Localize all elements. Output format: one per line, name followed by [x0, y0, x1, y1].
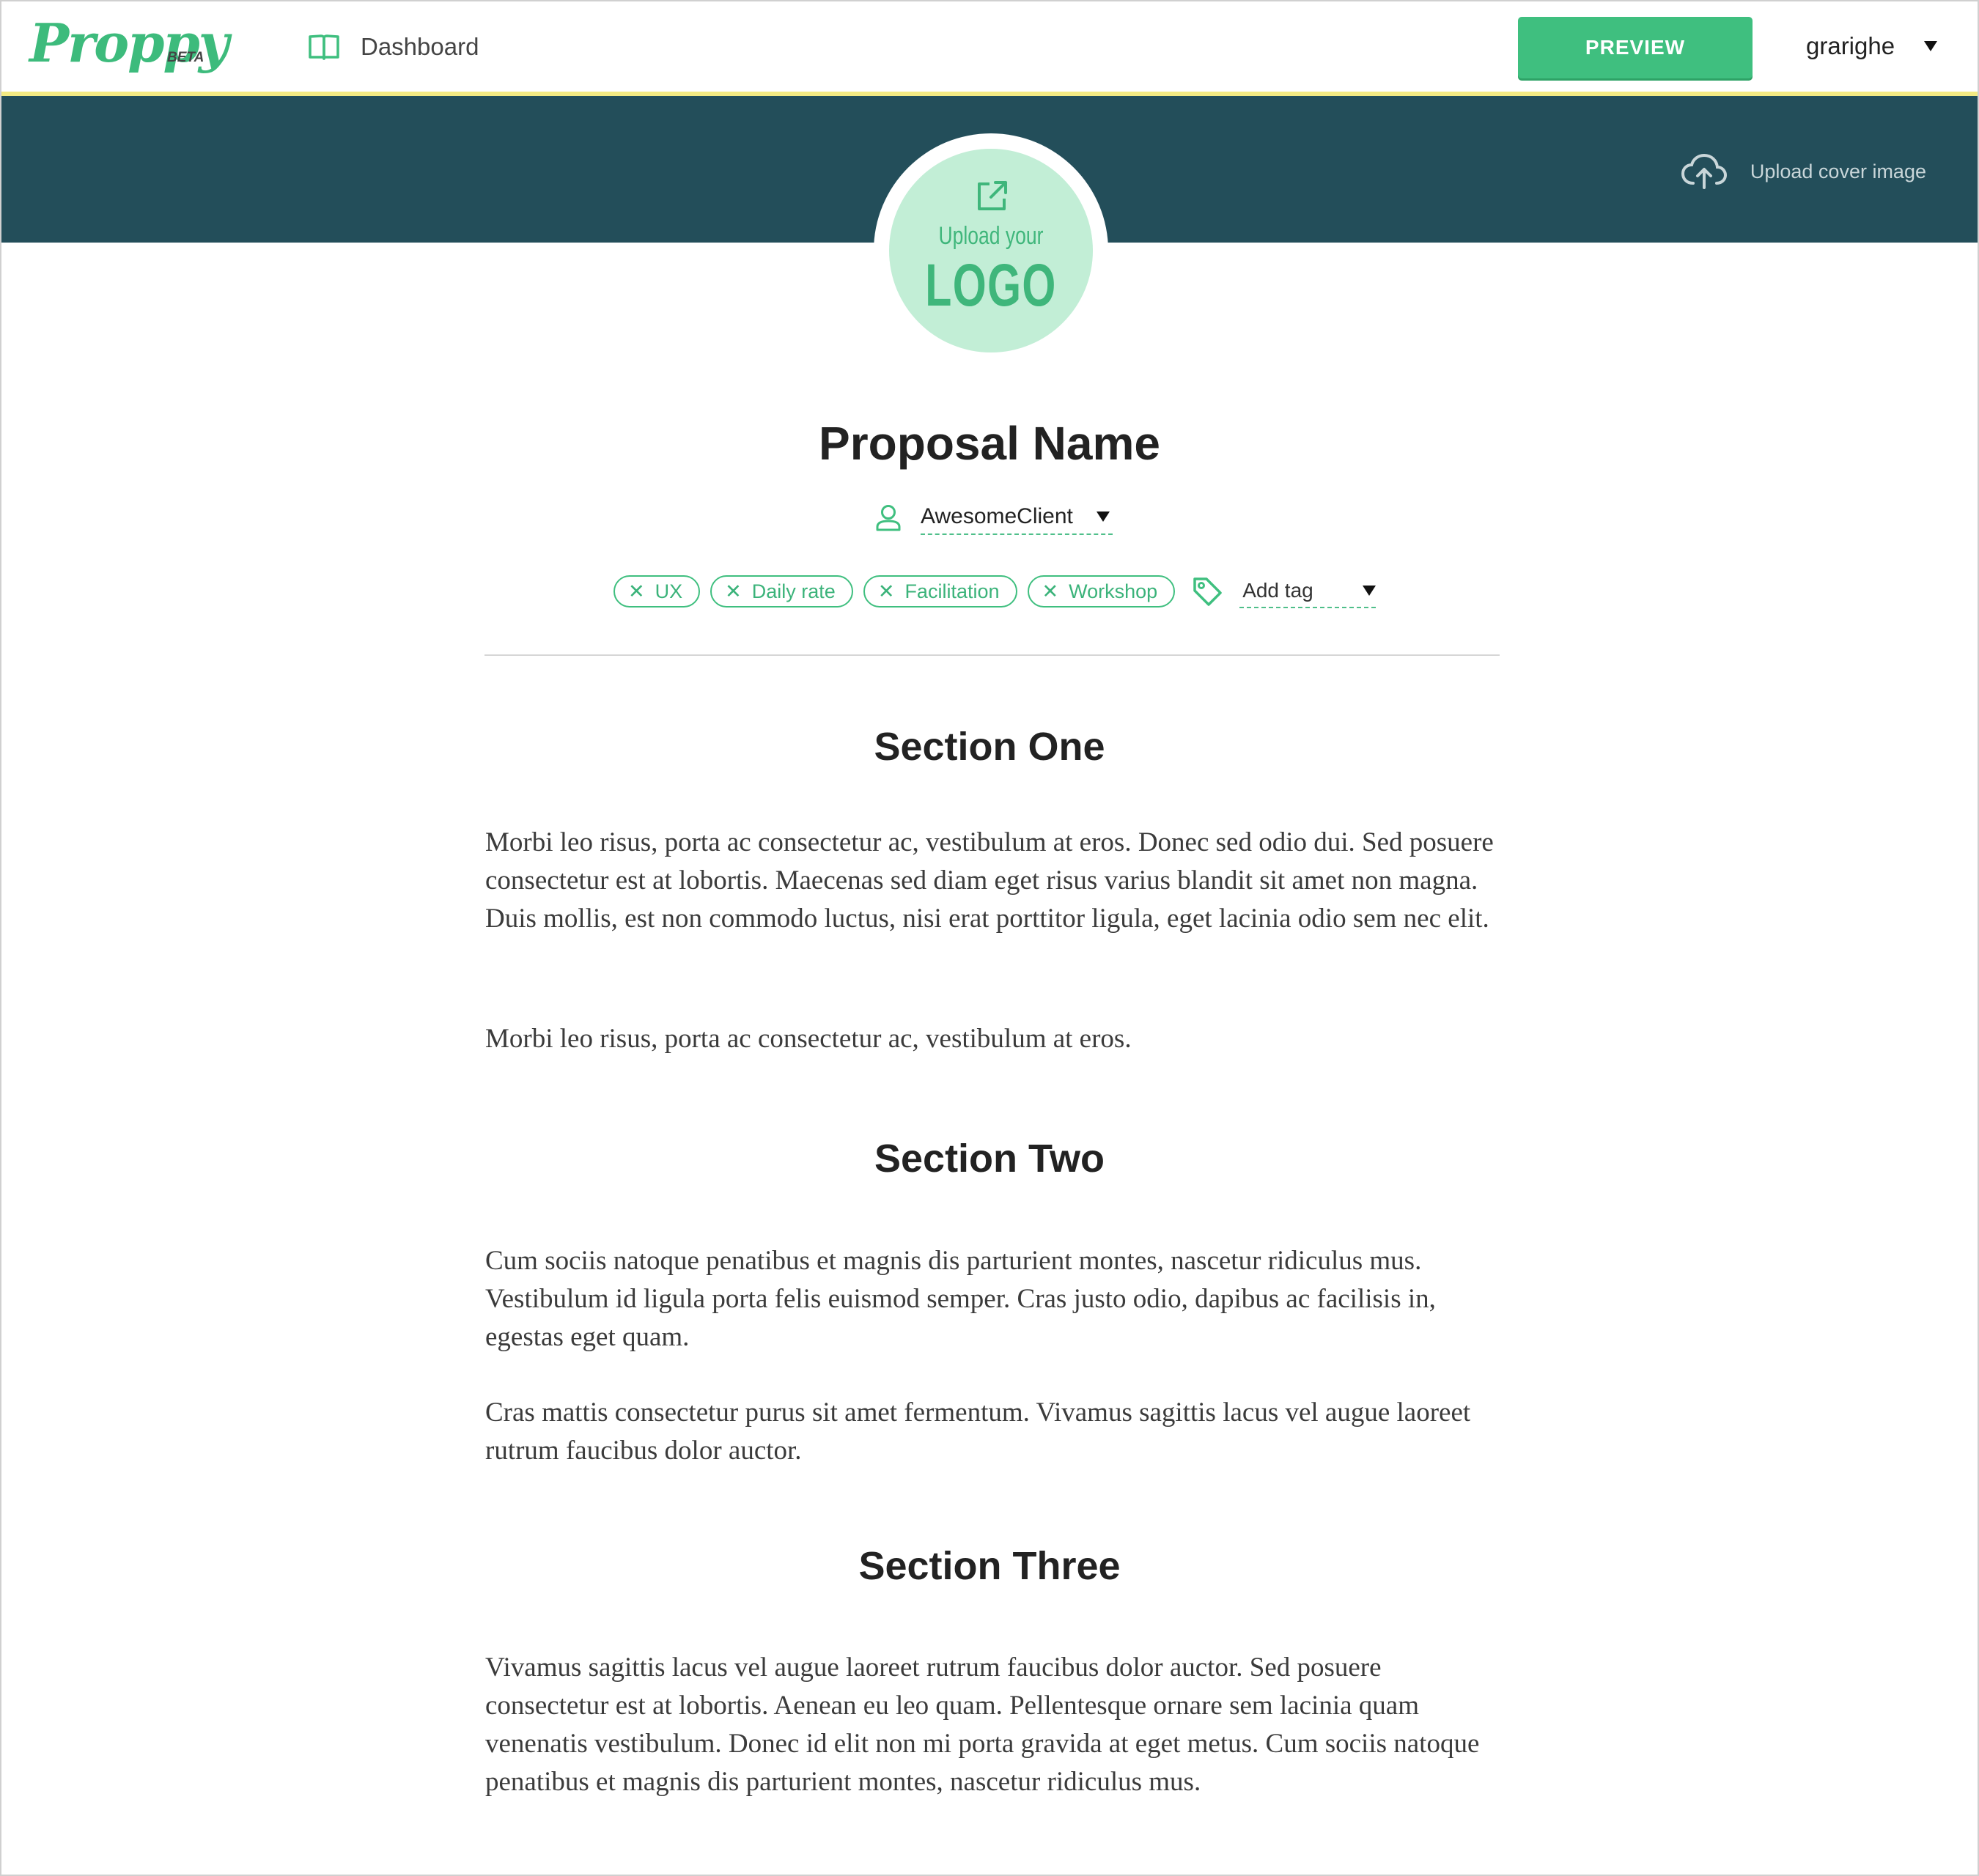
- remove-tag-icon[interactable]: ✕: [725, 581, 742, 602]
- cloud-upload-icon: [1681, 153, 1727, 189]
- section-paragraph[interactable]: Vivamus sagittis lacus vel augue laoreet…: [485, 1649, 1504, 1801]
- section-paragraph[interactable]: Morbi leo risus, porta ac consectetur ac…: [485, 1020, 1504, 1058]
- section-paragraph[interactable]: Cras mattis consectetur purus sit amet f…: [485, 1394, 1504, 1470]
- chevron-down-icon: [1363, 586, 1377, 596]
- chevron-down-icon: [1097, 512, 1110, 522]
- add-tag-placeholder: Add tag: [1242, 579, 1313, 602]
- preview-button[interactable]: PREVIEW: [1518, 17, 1753, 78]
- tag-list: ✕ UX ✕ Daily rate ✕ Facilitation ✕ Works…: [613, 575, 1377, 608]
- section-title[interactable]: Section Two: [1, 1136, 1978, 1181]
- chevron-down-icon: [1924, 41, 1938, 51]
- client-dropdown[interactable]: AwesomeClient: [921, 500, 1113, 535]
- user-menu[interactable]: grarighe: [1806, 32, 1938, 60]
- upload-cover-button[interactable]: Upload cover image: [1680, 152, 1926, 191]
- book-icon: [309, 34, 339, 60]
- remove-tag-icon[interactable]: ✕: [1042, 581, 1059, 602]
- tag-chip: ✕ Workshop: [1027, 575, 1176, 608]
- user-icon: [876, 505, 901, 531]
- dashboard-link[interactable]: Dashboard: [308, 32, 479, 62]
- tag-label: Facilitation: [904, 580, 1000, 602]
- external-link-icon: [978, 181, 1007, 210]
- tag-chip: ✕ Facilitation: [863, 575, 1017, 608]
- proposal-editor-page: Proppy BETA Dashboard PREVIEW grarighe U…: [0, 0, 1979, 1876]
- tag-chip: ✕ Daily rate: [710, 575, 853, 608]
- tag-label: UX: [655, 580, 683, 602]
- logo-upload-line1: Upload your: [938, 222, 1044, 250]
- tag-icon: [1193, 577, 1222, 606]
- dashboard-label: Dashboard: [361, 33, 479, 60]
- tag-chip: ✕ UX: [613, 575, 701, 608]
- username: grarighe: [1806, 32, 1895, 59]
- remove-tag-icon[interactable]: ✕: [628, 581, 645, 602]
- add-tag-input[interactable]: Add tag: [1239, 575, 1377, 608]
- beta-badge: BETA: [167, 50, 204, 65]
- section-paragraph[interactable]: Morbi leo risus, porta ac consectetur ac…: [485, 824, 1504, 938]
- proposal-title[interactable]: Proposal Name: [1, 416, 1978, 470]
- section-title[interactable]: Section One: [1, 724, 1978, 769]
- client-name: AwesomeClient: [921, 504, 1073, 528]
- client-selector[interactable]: AwesomeClient: [874, 500, 1113, 535]
- section-title[interactable]: Section Three: [1, 1543, 1978, 1589]
- top-navbar: Proppy BETA Dashboard PREVIEW grarighe: [1, 1, 1978, 96]
- header-divider: [484, 654, 1500, 656]
- tag-label: Daily rate: [751, 580, 836, 602]
- tag-label: Workshop: [1069, 580, 1158, 602]
- section-paragraph[interactable]: Cum sociis natoque penatibus et magnis d…: [485, 1242, 1504, 1356]
- upload-cover-label: Upload cover image: [1750, 160, 1926, 182]
- remove-tag-icon[interactable]: ✕: [878, 581, 895, 602]
- upload-logo-button[interactable]: Upload your LOGO: [889, 149, 1093, 352]
- logo-upload-line2: LOGO: [925, 252, 1057, 319]
